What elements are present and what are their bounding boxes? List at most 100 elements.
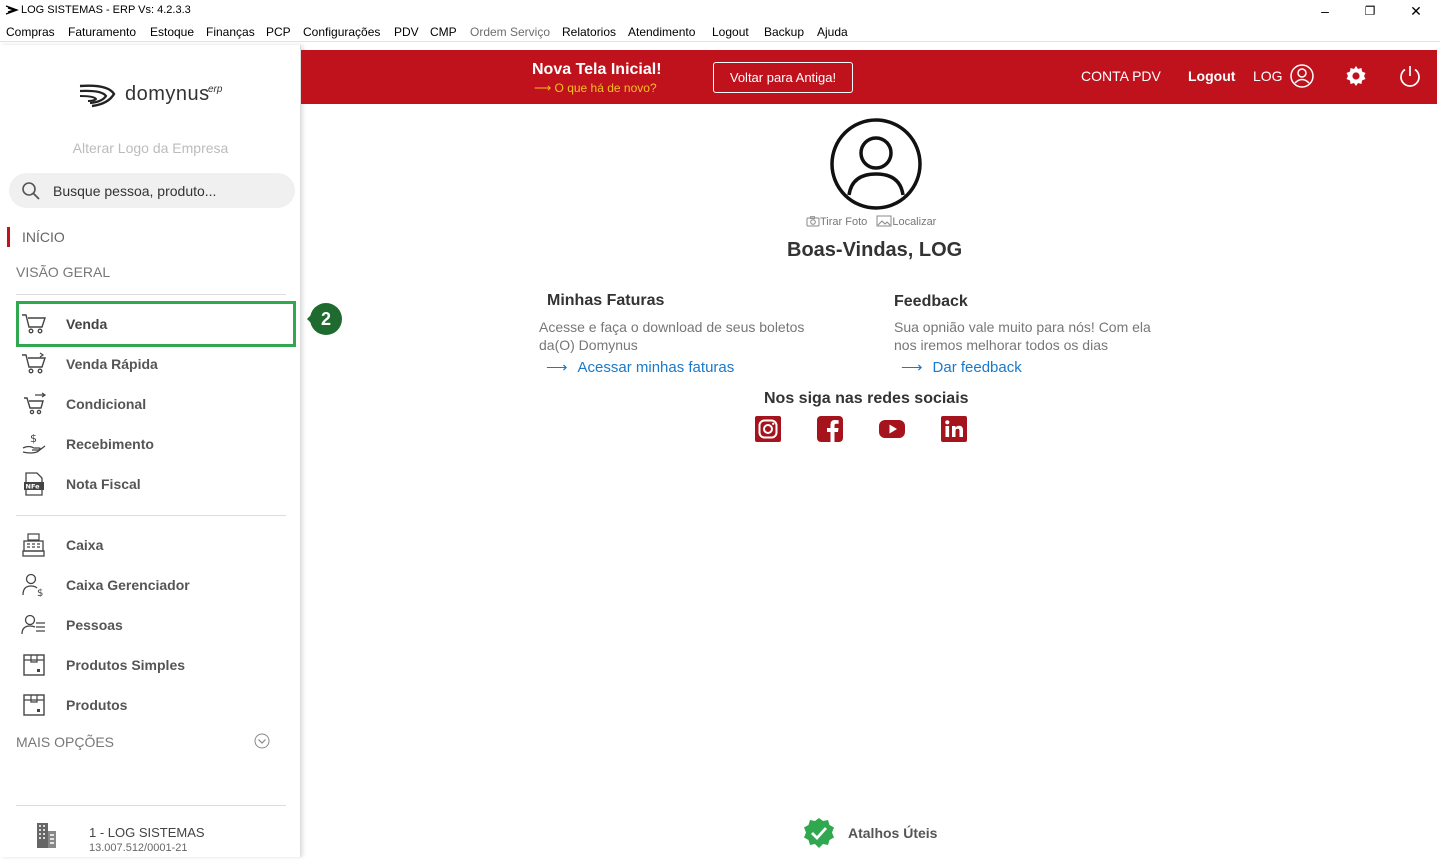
company-cnpj: 13.007.512/0001-21	[89, 842, 188, 854]
user-list-icon	[21, 614, 45, 635]
user-money-icon: $	[22, 573, 43, 597]
sidebar-item-produtos-simples[interactable]: Produtos Simples	[16, 645, 296, 685]
svg-text:$: $	[37, 588, 43, 597]
company-logo[interactable]: domynus erp	[78, 80, 228, 110]
sidebar-item-recebimento[interactable]: $ Recebimento	[16, 424, 296, 464]
restore-button[interactable]: ❐	[1355, 2, 1385, 20]
nova-tela-title: Nova Tela Inicial!	[532, 61, 662, 78]
cart-fast-icon	[22, 352, 46, 374]
alter-logo-link[interactable]: Alterar Logo da Empresa	[0, 140, 301, 156]
menu-configuracoes[interactable]: Configurações	[303, 25, 380, 39]
sidebar-item-label: Recebimento	[66, 436, 154, 452]
localizar-link[interactable]: Localizar	[892, 216, 936, 228]
nfe-icon: NFe	[24, 472, 44, 496]
mais-opcoes-toggle[interactable]: MAIS OPÇÕES	[16, 734, 114, 750]
menu-relatorios[interactable]: Relatorios	[562, 25, 616, 39]
step-badge: 2	[307, 303, 342, 335]
window-title: LOG SISTEMAS - ERP Vs: 4.2.3.3	[21, 4, 191, 16]
faturas-text: Acesse e faça o download de seus boletos…	[539, 319, 805, 353]
cash-register-icon	[22, 533, 45, 557]
domynus-logo-icon	[79, 84, 116, 108]
feedback-link[interactable]: ⟶ Dar feedback	[901, 358, 1022, 376]
atalhos-uteis-link[interactable]: Atalhos Úteis	[848, 825, 937, 841]
whats-new-link[interactable]: ⟶ O que há de novo?	[534, 81, 657, 95]
company-name[interactable]: 1 - LOG SISTEMAS	[89, 825, 205, 840]
menu-faturamento[interactable]: Faturamento	[68, 25, 136, 39]
tirar-foto-link[interactable]: Tirar Foto	[820, 216, 867, 228]
feedback-title: Feedback	[894, 293, 968, 310]
menu-ajuda[interactable]: Ajuda	[817, 25, 848, 39]
box-icon	[23, 694, 45, 716]
linkedin-icon[interactable]	[941, 416, 967, 442]
user-avatar-icon[interactable]	[1290, 64, 1314, 88]
search-input[interactable]: Busque pessoa, produto...	[53, 183, 216, 199]
close-button[interactable]: ✕	[1401, 2, 1431, 20]
faturas-title: Minhas Faturas	[547, 292, 665, 309]
feedback-text: Sua opnião vale muito para nós! Com ela …	[894, 319, 1151, 353]
sidebar-item-label: Nota Fiscal	[66, 476, 141, 492]
gear-icon[interactable]	[1344, 64, 1368, 88]
profile-avatar-icon[interactable]	[829, 117, 923, 211]
sidebar-item-nota-fiscal[interactable]: NFe Nota Fiscal	[16, 464, 296, 504]
user-name[interactable]: LOG	[1253, 68, 1283, 84]
sidebar-item-label: Caixa Gerenciador	[66, 577, 190, 593]
cart-return-icon	[24, 392, 47, 415]
sidebar: domynus erp Alterar Logo da Empresa Busq…	[0, 45, 301, 857]
youtube-icon[interactable]	[879, 416, 905, 442]
box-icon	[23, 654, 45, 676]
menu-cmp[interactable]: CMP	[430, 25, 457, 39]
svg-text:$: $	[30, 432, 37, 445]
sidebar-item-label: Venda Rápida	[66, 356, 158, 372]
sidebar-item-label: Pessoas	[66, 617, 123, 633]
image-icon	[876, 215, 892, 227]
building-icon	[37, 823, 56, 848]
sidebar-item-pessoas[interactable]: Pessoas	[16, 605, 296, 645]
minimize-button[interactable]: –	[1310, 2, 1340, 20]
menu-pdv[interactable]: PDV	[394, 25, 419, 39]
sidebar-item-label: Condicional	[66, 396, 147, 412]
sidebar-item-condicional[interactable]: Condicional	[16, 384, 296, 424]
feedback-link-label: Dar feedback	[932, 359, 1022, 376]
instagram-icon[interactable]	[755, 416, 781, 442]
arrow-right-icon: ⟶	[546, 359, 568, 376]
divider	[16, 805, 286, 806]
verified-check-icon	[804, 818, 834, 848]
menu-bar: Compras Faturamento Estoque Finanças PCP…	[0, 22, 1440, 42]
divider	[16, 515, 286, 516]
social-title: Nos siga nas redes sociais	[764, 390, 969, 407]
chevron-down-icon[interactable]	[254, 733, 270, 749]
voltar-antiga-button[interactable]: Voltar para Antiga!	[713, 62, 853, 93]
menu-logout[interactable]: Logout	[712, 25, 749, 39]
menu-pcp[interactable]: PCP	[266, 25, 291, 39]
sidebar-item-venda-rapida[interactable]: Venda Rápida	[16, 344, 296, 384]
sidebar-item-inicio[interactable]: INÍCIO	[22, 229, 65, 245]
menu-atendimento[interactable]: Atendimento	[628, 25, 695, 39]
welcome-title: Boas-Vindas, LOG	[787, 239, 963, 261]
logout-link[interactable]: Logout	[1188, 68, 1235, 84]
arrow-right-icon: ⟶	[901, 359, 923, 376]
search-icon	[22, 182, 40, 200]
divider	[16, 294, 286, 295]
sidebar-item-caixa-gerenciador[interactable]: $ Caixa Gerenciador	[16, 565, 296, 605]
menu-estoque[interactable]: Estoque	[150, 25, 194, 39]
svg-text:NFe: NFe	[26, 483, 41, 491]
menu-financas[interactable]: Finanças	[206, 25, 255, 39]
conta-pdv-link[interactable]: CONTA PDV	[1081, 68, 1161, 84]
step-badge-number: 2	[321, 309, 331, 329]
menu-backup[interactable]: Backup	[764, 25, 804, 39]
money-hand-icon: $	[22, 432, 46, 454]
window-titlebar: LOG SISTEMAS - ERP Vs: 4.2.3.3 – ❐ ✕	[0, 0, 1440, 22]
sidebar-item-label: Produtos Simples	[66, 657, 186, 673]
photo-actions: Tirar Foto Localizar	[806, 215, 936, 228]
power-icon[interactable]	[1398, 64, 1422, 88]
sidebar-item-produtos[interactable]: Produtos	[16, 685, 296, 725]
tutorial-highlight	[16, 301, 296, 347]
faturas-link-label: Acessar minhas faturas	[577, 359, 735, 376]
search-box[interactable]: Busque pessoa, produto...	[9, 173, 295, 208]
menu-compras[interactable]: Compras	[6, 25, 55, 39]
menu-ordem-servico[interactable]: Ordem Serviço	[470, 25, 550, 39]
sidebar-item-caixa[interactable]: Caixa	[16, 525, 296, 565]
faturas-link[interactable]: ⟶ Acessar minhas faturas	[546, 358, 734, 376]
facebook-icon[interactable]	[817, 416, 843, 442]
top-bar: Nova Tela Inicial! ⟶ O que há de novo? V…	[301, 50, 1437, 104]
